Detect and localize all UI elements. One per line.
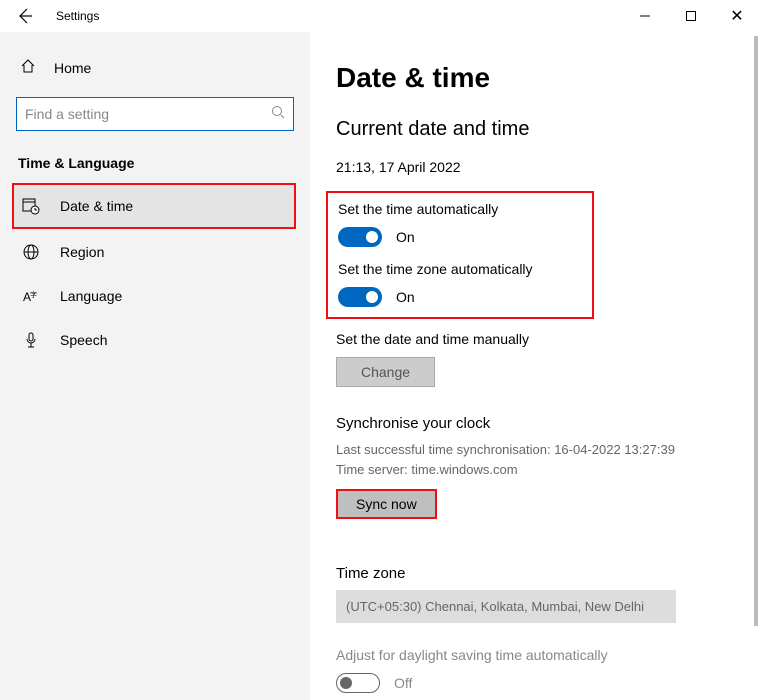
page-title: Date & time bbox=[336, 62, 740, 94]
main-content: Date & time Current date and time 21:13,… bbox=[310, 32, 760, 700]
svg-text:字: 字 bbox=[30, 290, 37, 299]
dst-state: Off bbox=[394, 675, 412, 691]
timezone-heading: Time zone bbox=[336, 565, 740, 582]
manual-datetime-label: Set the date and time manually bbox=[336, 331, 740, 347]
minimize-button[interactable] bbox=[622, 0, 668, 32]
auto-time-toggle[interactable] bbox=[338, 227, 382, 247]
auto-tz-state: On bbox=[396, 289, 415, 305]
home-icon bbox=[20, 58, 36, 77]
scrollbar[interactable] bbox=[754, 36, 758, 696]
current-datetime: 21:13, 17 April 2022 bbox=[336, 159, 740, 175]
window-title: Settings bbox=[56, 9, 99, 23]
search-icon bbox=[271, 105, 285, 124]
sidebar-item-language[interactable]: A字 Language bbox=[16, 275, 294, 317]
section-title: Time & Language bbox=[16, 155, 294, 171]
microphone-icon bbox=[22, 331, 40, 349]
close-button[interactable]: ✕ bbox=[714, 0, 760, 32]
dst-label: Adjust for daylight saving time automati… bbox=[336, 647, 740, 663]
sidebar-item-region[interactable]: Region bbox=[16, 231, 294, 273]
auto-tz-label: Set the time zone automatically bbox=[338, 261, 582, 277]
search-input[interactable] bbox=[25, 106, 271, 122]
auto-time-label: Set the time automatically bbox=[338, 201, 582, 217]
page-subheading: Current date and time bbox=[336, 118, 740, 141]
auto-tz-toggle[interactable] bbox=[338, 287, 382, 307]
titlebar: Settings ✕ bbox=[0, 0, 760, 32]
dst-toggle bbox=[336, 673, 380, 693]
timezone-select: (UTC+05:30) Chennai, Kolkata, Mumbai, Ne… bbox=[336, 590, 676, 623]
sidebar-item-label: Language bbox=[60, 288, 122, 304]
change-button: Change bbox=[336, 357, 435, 387]
sidebar-item-label: Region bbox=[60, 244, 104, 260]
language-icon: A字 bbox=[22, 287, 40, 305]
sidebar-item-date-time[interactable]: Date & time bbox=[12, 183, 296, 229]
sync-info: Last successful time synchronisation: 16… bbox=[336, 440, 740, 479]
maximize-button[interactable] bbox=[668, 0, 714, 32]
search-box[interactable] bbox=[16, 97, 294, 131]
auto-settings-highlight: Set the time automatically On Set the ti… bbox=[326, 191, 594, 319]
home-label: Home bbox=[54, 60, 91, 76]
auto-time-state: On bbox=[396, 229, 415, 245]
back-button[interactable] bbox=[10, 1, 40, 31]
sidebar: Home Time & Language Date & time bbox=[0, 32, 310, 700]
calendar-clock-icon bbox=[22, 197, 40, 215]
globe-icon bbox=[22, 243, 40, 261]
sidebar-item-label: Date & time bbox=[60, 198, 133, 214]
sync-heading: Synchronise your clock bbox=[336, 415, 740, 432]
sidebar-item-label: Speech bbox=[60, 332, 107, 348]
sync-now-button[interactable]: Sync now bbox=[336, 489, 437, 519]
home-nav-item[interactable]: Home bbox=[16, 52, 294, 83]
sidebar-item-speech[interactable]: Speech bbox=[16, 319, 294, 361]
